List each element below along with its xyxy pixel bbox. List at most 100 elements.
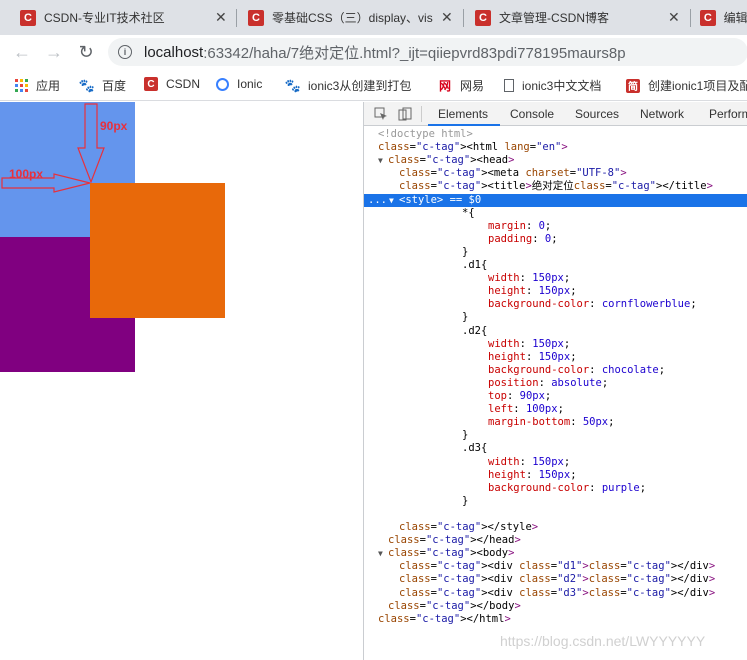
device-toolbar-icon[interactable]	[398, 107, 412, 121]
tab-title: 编辑	[723, 11, 747, 25]
dom-tree-line[interactable]: class="c-tag"></head>	[388, 534, 521, 547]
csdn-favicon-icon: C	[20, 9, 36, 26]
bookmark-label: 创建ionic1项目及配	[648, 79, 747, 93]
dom-tree-line[interactable]: background-color: purple;	[488, 482, 646, 495]
bookmark-label: 应用	[36, 79, 61, 93]
dom-tree-line[interactable]: class="c-tag"><head> ▼	[378, 154, 514, 167]
tab-performance[interactable]: Perform	[709, 107, 747, 121]
tab-edit[interactable]: C 编辑	[700, 0, 747, 35]
dom-tree-line[interactable]: background-color: cornflowerblue;	[488, 298, 697, 311]
address-bar[interactable]: i localhost:63342/haha/7绝对定位.html?_ijt=q…	[108, 38, 747, 66]
close-icon[interactable]: ✕	[441, 9, 453, 26]
document-icon	[504, 79, 514, 92]
bookmark-label: CSDN	[166, 77, 201, 91]
bookmark-label: Ionic	[237, 77, 263, 91]
dom-tree-line[interactable]: <style> == $0 ▼	[389, 194, 481, 207]
reload-icon[interactable]: ↻	[76, 42, 96, 62]
tab-csdn-home[interactable]: C CSDN-专业IT技术社区 ✕	[20, 0, 235, 35]
csdn-favicon-icon: C	[700, 9, 716, 26]
dom-tree-line[interactable]: width: 150px;	[488, 338, 570, 351]
dom-tree-line[interactable]: .d2{	[462, 325, 487, 338]
expand-triangle-icon[interactable]: ▼	[378, 547, 383, 560]
dom-tree-line[interactable]: position: absolute;	[488, 377, 608, 390]
dom-tree-line[interactable]: }	[462, 246, 468, 259]
tab-sources[interactable]: Sources	[575, 107, 619, 121]
dom-tree-line[interactable]: *{	[462, 207, 475, 220]
apps-grid-icon	[14, 79, 28, 93]
dom-tree-line[interactable]: .d3{	[462, 442, 487, 455]
dom-tree-line[interactable]: class="c-tag"><div class="d2">class="c-t…	[399, 573, 715, 586]
tab-console[interactable]: Console	[510, 107, 554, 121]
bookmarks-bar: 应用 🐾 百度 C CSDN Ionic 🐾 ionic3从创建到打包 网 网易…	[0, 69, 747, 101]
devtools-tab-bar: Elements Console Sources Network Perform	[364, 102, 747, 126]
watermark-text: https://blog.csdn.net/LWYYYYYY	[500, 633, 706, 649]
csdn-favicon-icon: C	[475, 9, 491, 26]
dom-tree-line[interactable]: left: 100px;	[488, 403, 564, 416]
more-dots-icon[interactable]: ...	[368, 194, 387, 207]
dom-tree-line[interactable]: }	[462, 311, 468, 324]
dom-tree-line[interactable]: }	[462, 495, 468, 508]
forward-arrow-icon[interactable]: →	[44, 42, 64, 62]
dom-tree-line[interactable]: height: 150px;	[488, 351, 577, 364]
active-tab-indicator	[428, 124, 500, 126]
bookmark-ionic3-docs[interactable]: ionic3中文文档	[504, 77, 601, 94]
tab-css-display[interactable]: C 零基础CSS（三）display、vis ✕	[248, 0, 463, 35]
tab-title: 文章管理-CSDN博客	[499, 11, 609, 25]
back-arrow-icon[interactable]: ←	[12, 42, 32, 62]
tab-article-manage[interactable]: C 文章管理-CSDN博客 ✕	[475, 0, 690, 35]
dom-tree-line[interactable]: class="c-tag"><div class="d1">class="c-t…	[399, 560, 715, 573]
bookmark-csdn[interactable]: C CSDN	[144, 77, 200, 91]
dom-tree-line[interactable]: class="c-tag"><body> ▼	[378, 547, 514, 560]
dom-tree-line[interactable]: class="c-tag"></body>	[388, 600, 521, 613]
csdn-icon: C	[144, 77, 158, 91]
dom-tree-line[interactable]: height: 150px;	[488, 285, 577, 298]
dom-tree-line[interactable]: class="c-tag"></style>	[399, 521, 538, 534]
dom-tree-line[interactable]: class="c-tag"><div class="d3">class="c-t…	[399, 587, 715, 600]
bookmark-ionic3-build[interactable]: 🐾 ionic3从创建到打包	[285, 77, 412, 94]
baidu-paw-icon: 🐾	[78, 77, 96, 93]
dom-tree-line[interactable]: margin: 0;	[488, 220, 551, 233]
dom-tree-line[interactable]: top: 90px;	[488, 390, 551, 403]
dom-tree-line[interactable]: height: 150px;	[488, 469, 577, 482]
tab-divider	[236, 9, 237, 27]
dom-tree-line[interactable]: background-color: chocolate;	[488, 364, 665, 377]
dom-tree-line[interactable]: }	[462, 429, 468, 442]
netease-icon: 网	[438, 79, 451, 93]
dom-tree-line[interactable]: <!doctype html>	[378, 128, 473, 141]
close-icon[interactable]: ✕	[668, 9, 680, 26]
bookmark-baidu[interactable]: 🐾 百度	[78, 77, 127, 94]
url-path: :63342/haha/7绝对定位.html?_ijt=qiiepvrd83pd…	[203, 44, 626, 62]
csdn-favicon-icon: C	[248, 9, 264, 26]
expand-triangle-icon[interactable]: ▼	[389, 194, 394, 207]
bookmark-netease[interactable]: 网 网易	[438, 77, 484, 94]
bookmark-label: 百度	[102, 79, 127, 93]
close-icon[interactable]: ✕	[215, 9, 227, 26]
devtools-panel: Elements Console Sources Network Perform…	[363, 102, 747, 660]
dom-tree-line[interactable]: margin-bottom: 50px;	[488, 416, 614, 429]
tab-divider	[690, 9, 691, 27]
dom-tree-line[interactable]: width: 150px;	[488, 272, 570, 285]
bookmark-apps[interactable]: 应用	[14, 77, 60, 94]
info-icon[interactable]: i	[118, 45, 132, 59]
bookmark-label: ionic3中文文档	[522, 79, 602, 93]
tab-divider	[463, 9, 464, 27]
ionic-icon	[216, 77, 229, 91]
jian-icon: 简	[626, 78, 640, 93]
dom-tree-line[interactable]: class="c-tag"></html>	[378, 613, 511, 626]
dom-tree-line[interactable]: class="c-tag"><meta charset="UTF-8">	[399, 167, 627, 180]
tab-network[interactable]: Network	[640, 107, 684, 121]
expand-triangle-icon[interactable]: ▼	[378, 154, 383, 167]
dom-tree-line[interactable]: padding: 0;	[488, 233, 558, 246]
dom-tree-line[interactable]: class="c-tag"><html lang="en">	[378, 141, 568, 154]
dom-tree-line[interactable]: width: 150px;	[488, 456, 570, 469]
bookmark-label: ionic3从创建到打包	[308, 79, 412, 93]
tab-elements[interactable]: Elements	[438, 107, 488, 121]
dom-tree-line[interactable]: .d1{	[462, 259, 487, 272]
browser-tab-strip: C CSDN-专业IT技术社区 ✕ C 零基础CSS（三）display、vis…	[0, 0, 747, 35]
tab-title: CSDN-专业IT技术社区	[44, 11, 165, 25]
down-arrow-icon	[77, 103, 105, 184]
inspect-element-icon[interactable]	[374, 107, 388, 121]
bookmark-ionic1-create[interactable]: 简 创建ionic1项目及配	[626, 77, 747, 94]
dom-tree-line[interactable]: class="c-tag"><title>绝对定位class="c-tag"><…	[399, 180, 713, 193]
bookmark-ionic[interactable]: Ionic	[216, 77, 262, 91]
